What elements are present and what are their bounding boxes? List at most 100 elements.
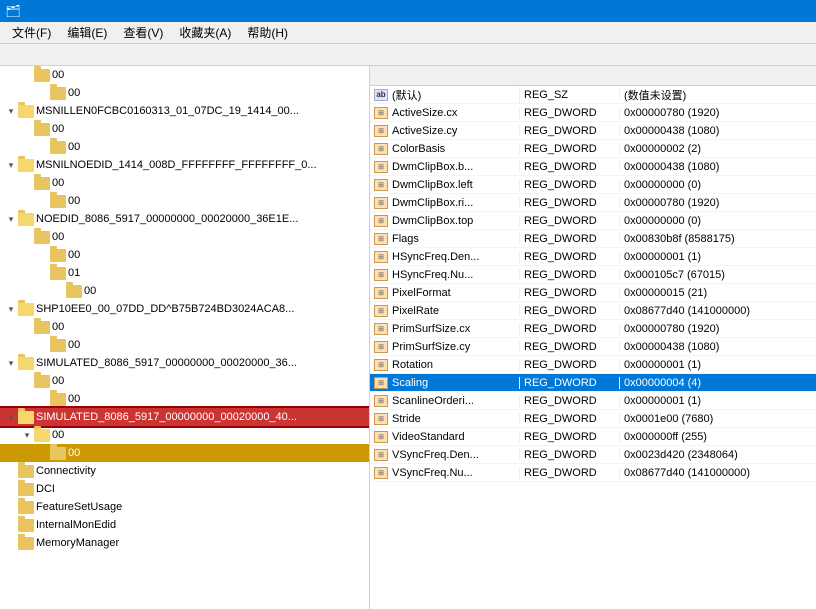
tree-node-n2b[interactable]: 00 xyxy=(0,138,369,156)
menu-item-F[interactable]: 文件(F) xyxy=(4,22,59,43)
registry-row[interactable]: ⊞HSyncFreq.Den...REG_DWORD0x00000001 (1) xyxy=(370,248,816,266)
registry-row[interactable]: ab(默认)REG_SZ(数值未设置) xyxy=(370,86,816,104)
registry-row[interactable]: ⊞ScalingREG_DWORD0x00000004 (4) xyxy=(370,374,816,392)
tree-node-n5[interactable]: ▾SHP10EE0_00_07DD_DD^B75B724BD3024ACA8..… xyxy=(0,300,369,318)
registry-row[interactable]: ⊞StrideREG_DWORD0x0001e00 (7680) xyxy=(370,410,816,428)
folder-icon xyxy=(18,303,34,316)
tree-expand-icon[interactable] xyxy=(36,266,50,280)
reg-name-text: DwmClipBox.b... xyxy=(392,161,473,173)
menu-item-H[interactable]: 帮助(H) xyxy=(239,22,296,43)
tree-expand-icon[interactable] xyxy=(52,284,66,298)
tree-node-n5b[interactable]: 00 xyxy=(0,336,369,354)
tree-expand-icon[interactable] xyxy=(20,176,34,190)
tree-node-label: 00 xyxy=(52,69,64,81)
tree-node-n6b[interactable]: 00 xyxy=(0,390,369,408)
tree-node-n2[interactable]: ▾ MSNILLEN0FCBC0160313_01_07DC_19_1414_00… xyxy=(0,102,369,120)
menu-item-V[interactable]: 查看(V) xyxy=(115,22,171,43)
registry-table-scroll[interactable]: ab(默认)REG_SZ(数值未设置)⊞ActiveSize.cxREG_DWO… xyxy=(370,86,816,609)
tree-node-n3[interactable]: ▾MSNILNOEDID_1414_008D_FFFFFFFF_FFFFFFFF… xyxy=(0,156,369,174)
tree-expand-icon[interactable]: ▾ xyxy=(4,302,18,316)
close-button[interactable] xyxy=(790,2,810,20)
tree-node-n8[interactable]: Connectivity xyxy=(0,462,369,480)
tree-expand-icon[interactable] xyxy=(20,320,34,334)
registry-row[interactable]: ⊞VSyncFreq.Den...REG_DWORD0x0023d420 (23… xyxy=(370,446,816,464)
tree-expand-icon[interactable] xyxy=(36,86,50,100)
reg-cell-name: ⊞DwmClipBox.left xyxy=(370,179,520,191)
registry-row[interactable]: ⊞PrimSurfSize.cyREG_DWORD0x00000438 (108… xyxy=(370,338,816,356)
tree-node-n4[interactable]: ▾NOEDID_8086_5917_00000000_00020000_36E1… xyxy=(0,210,369,228)
registry-row[interactable]: ⊞RotationREG_DWORD0x00000001 (1) xyxy=(370,356,816,374)
tree-node-n12[interactable]: MemoryManager xyxy=(0,534,369,552)
reg-dword-icon: ⊞ xyxy=(374,215,388,227)
tree-expand-icon[interactable] xyxy=(4,464,18,478)
tree-expand-icon[interactable] xyxy=(20,374,34,388)
tree-expand-icon[interactable] xyxy=(36,140,50,154)
tree-node-n7a[interactable]: ▾00 xyxy=(0,426,369,444)
registry-row[interactable]: ⊞PixelFormatREG_DWORD0x00000015 (21) xyxy=(370,284,816,302)
tree-node-n2a[interactable]: 00 xyxy=(0,120,369,138)
tree-node-n7[interactable]: ▾SIMULATED_8086_5917_00000000_00020000_4… xyxy=(0,408,369,426)
registry-row[interactable]: ⊞DwmClipBox.ri...REG_DWORD0x00000780 (19… xyxy=(370,194,816,212)
tree-expand-icon[interactable]: ▾ xyxy=(4,104,18,118)
registry-row[interactable]: ⊞HSyncFreq.Nu...REG_DWORD0x000105c7 (670… xyxy=(370,266,816,284)
tree-node-n5a[interactable]: 00 xyxy=(0,318,369,336)
registry-row[interactable]: ⊞PrimSurfSize.cxREG_DWORD0x00000780 (192… xyxy=(370,320,816,338)
tree-node-n6a[interactable]: 00 xyxy=(0,372,369,390)
reg-name-text: (默认) xyxy=(392,87,421,103)
registry-row[interactable]: ⊞ColorBasisREG_DWORD0x00000002 (2) xyxy=(370,140,816,158)
tree-node-label: MSNILLEN0FCBC0160313_01_07DC_19_1414_00.… xyxy=(36,105,299,117)
tree-expand-icon[interactable] xyxy=(36,446,50,460)
tree-expand-icon[interactable] xyxy=(20,230,34,244)
tree-expand-icon[interactable] xyxy=(4,518,18,532)
tree-node-n10[interactable]: FeatureSetUsage xyxy=(0,498,369,516)
tree-expand-icon[interactable] xyxy=(36,248,50,262)
registry-row[interactable]: ⊞VideoStandardREG_DWORD0x000000ff (255) xyxy=(370,428,816,446)
registry-row[interactable]: ⊞DwmClipBox.b...REG_DWORD0x00000438 (108… xyxy=(370,158,816,176)
registry-row[interactable]: ⊞ActiveSize.cyREG_DWORD0x00000438 (1080) xyxy=(370,122,816,140)
tree-node-n4b[interactable]: 00 xyxy=(0,246,369,264)
tree-expand-icon[interactable]: ▾ xyxy=(4,158,18,172)
maximize-button[interactable] xyxy=(768,2,788,20)
tree-expand-icon[interactable] xyxy=(20,122,34,136)
tree-scroll[interactable]: 0000▾MSNILLEN0FCBC0160313_01_07DC_19_141… xyxy=(0,66,369,609)
tree-node-n3b[interactable]: 00 xyxy=(0,192,369,210)
tree-expand-icon[interactable] xyxy=(20,68,34,82)
tree-node-n7b[interactable]: 00 xyxy=(0,444,369,462)
tree-expand-icon[interactable]: ▾ xyxy=(4,356,18,370)
tree-expand-icon[interactable] xyxy=(4,482,18,496)
tree-expand-icon[interactable]: ▾ xyxy=(4,212,18,226)
tree-node-n1a[interactable]: 00 xyxy=(0,84,369,102)
tree-node-n4a[interactable]: 00 xyxy=(0,228,369,246)
menu-item-E[interactable]: 编辑(E) xyxy=(59,22,115,43)
reg-name-text: VSyncFreq.Nu... xyxy=(392,467,473,479)
registry-row[interactable]: ⊞FlagsREG_DWORD0x00830b8f (8588175) xyxy=(370,230,816,248)
reg-dword-icon: ⊞ xyxy=(374,125,388,137)
tree-expand-icon[interactable] xyxy=(4,500,18,514)
registry-row[interactable]: ⊞ScanlineOrderi...REG_DWORD0x00000001 (1… xyxy=(370,392,816,410)
registry-row[interactable]: ⊞ActiveSize.cxREG_DWORD0x00000780 (1920) xyxy=(370,104,816,122)
registry-row[interactable]: ⊞VSyncFreq.Nu...REG_DWORD0x08677d40 (141… xyxy=(370,464,816,482)
minimize-button[interactable] xyxy=(746,2,766,20)
folder-icon xyxy=(18,411,34,424)
reg-cell-name: ⊞DwmClipBox.top xyxy=(370,215,520,227)
reg-name-text: DwmClipBox.left xyxy=(392,179,473,191)
registry-row[interactable]: ⊞PixelRateREG_DWORD0x08677d40 (141000000… xyxy=(370,302,816,320)
tree-node-n11[interactable]: InternalMonEdid xyxy=(0,516,369,534)
tree-expand-icon[interactable]: ▾ xyxy=(20,428,34,442)
tree-expand-icon[interactable]: ▾ xyxy=(4,410,18,424)
tree-node-n4d[interactable]: 00 xyxy=(0,282,369,300)
reg-cell-data: 0x0001e00 (7680) xyxy=(620,413,816,425)
tree-node-n9[interactable]: DCI xyxy=(0,480,369,498)
tree-node-n1[interactable]: 00 xyxy=(0,66,369,84)
menu-item-A[interactable]: 收藏夹(A) xyxy=(171,22,239,43)
tree-expand-icon[interactable] xyxy=(36,392,50,406)
registry-row[interactable]: ⊞DwmClipBox.topREG_DWORD0x00000000 (0) xyxy=(370,212,816,230)
tree-expand-icon[interactable] xyxy=(36,194,50,208)
tree-node-n3a[interactable]: 00 xyxy=(0,174,369,192)
registry-row[interactable]: ⊞DwmClipBox.leftREG_DWORD0x00000000 (0) xyxy=(370,176,816,194)
tree-expand-icon[interactable] xyxy=(36,338,50,352)
tree-node-n4c[interactable]: 01 xyxy=(0,264,369,282)
tree-expand-icon[interactable] xyxy=(4,536,18,550)
tree-node-n6[interactable]: ▾SIMULATED_8086_5917_00000000_00020000_3… xyxy=(0,354,369,372)
reg-name-text: PixelFormat xyxy=(392,287,451,299)
